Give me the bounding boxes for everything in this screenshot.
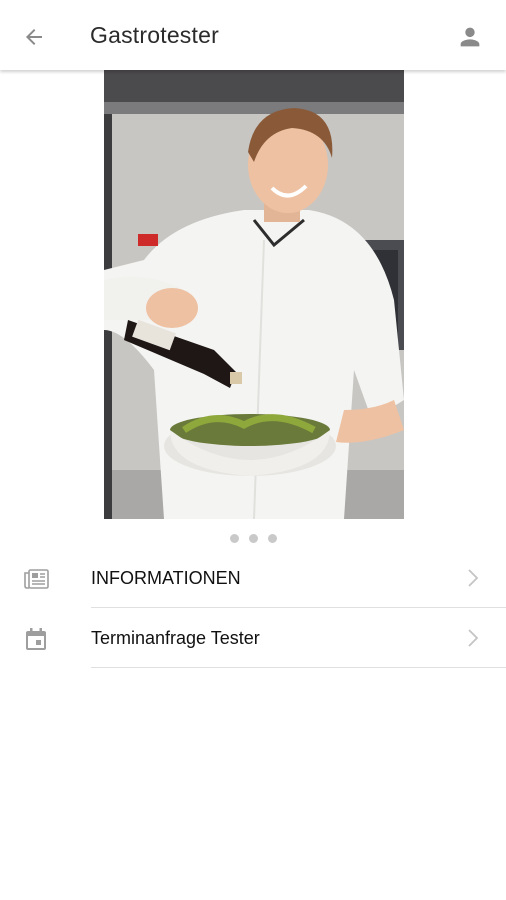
menu-item-label: Terminanfrage Tester <box>91 628 260 648</box>
page-title: Gastrotester <box>90 22 219 48</box>
carousel-indicator <box>0 534 506 546</box>
app-bar: Gastrotester <box>0 0 506 70</box>
profile-button[interactable] <box>450 17 490 57</box>
menu-item-label: INFORMATIONEN <box>91 568 241 588</box>
menu-item-informationen[interactable]: INFORMATIONEN <box>0 548 506 608</box>
carousel-dot[interactable] <box>229 534 239 543</box>
chevron-right-icon <box>468 569 479 587</box>
newspaper-icon <box>24 569 49 589</box>
image-carousel[interactable] <box>0 70 506 520</box>
person-icon <box>460 27 480 47</box>
chevron-right-icon <box>468 629 479 647</box>
calendar-icon <box>26 628 46 650</box>
back-button[interactable] <box>14 17 54 57</box>
menu-item-terminanfrage[interactable]: Terminanfrage Tester <box>0 608 506 668</box>
carousel-dot[interactable] <box>248 534 258 543</box>
chef-photo <box>104 70 404 519</box>
arrow-left-icon <box>26 29 42 45</box>
divider <box>91 667 506 668</box>
menu-list: INFORMATIONEN Terminanfrage Tester <box>0 548 506 668</box>
carousel-dot[interactable] <box>267 534 277 543</box>
